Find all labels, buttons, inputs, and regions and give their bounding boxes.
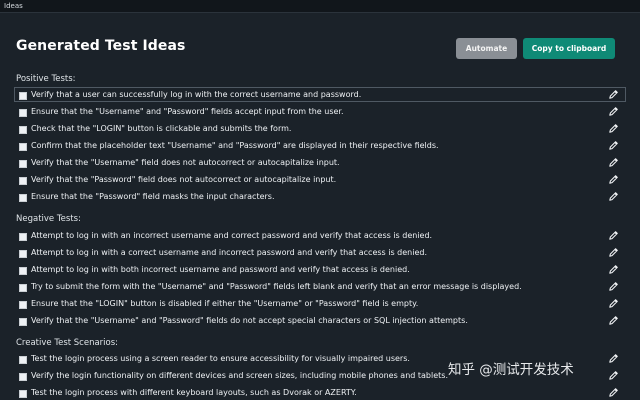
test-idea-row: Verify that the "Username" and "Password… — [14, 313, 626, 328]
row-checkbox[interactable] — [19, 284, 27, 292]
pencil-icon[interactable] — [608, 353, 619, 364]
test-idea-text: Check that the "LOGIN" button is clickab… — [31, 124, 292, 133]
test-idea-text: Ensure that the "LOGIN" button is disabl… — [31, 299, 419, 308]
row-checkbox[interactable] — [19, 318, 27, 326]
test-idea-text: Verify that the "Username" and "Password… — [31, 316, 468, 325]
automate-button[interactable]: Automate — [456, 38, 517, 59]
test-idea-text: Verify that the "Password" field does no… — [31, 175, 337, 184]
test-idea-text: Attempt to log in with both incorrect us… — [31, 265, 410, 274]
section-label-creative: Creative Test Scenarios: — [16, 338, 119, 348]
watermark: 知乎 @测试开发技术 — [448, 362, 574, 378]
pencil-icon[interactable] — [608, 106, 619, 117]
pencil-icon[interactable] — [608, 315, 619, 326]
test-idea-text: Verify that a user can successfully log … — [31, 90, 362, 99]
row-checkbox[interactable] — [19, 92, 27, 100]
test-idea-row: Ensure that the "Username" and "Password… — [14, 104, 626, 119]
test-idea-text: Ensure that the "Username" and "Password… — [31, 107, 344, 116]
test-idea-text: Test the login process with different ke… — [31, 388, 357, 397]
pencil-icon[interactable] — [608, 174, 619, 185]
row-checkbox[interactable] — [19, 194, 27, 202]
test-idea-text: Try to submit the form with the "Usernam… — [31, 282, 522, 291]
test-idea-row: Verify that the "Username" field does no… — [14, 155, 626, 170]
row-checkbox[interactable] — [19, 177, 27, 185]
test-idea-row: Ensure that the "LOGIN" button is disabl… — [14, 296, 626, 311]
row-checkbox[interactable] — [19, 373, 27, 381]
window-title-bar: Ideas — [0, 0, 640, 13]
pencil-icon[interactable] — [608, 387, 619, 398]
row-checkbox[interactable] — [19, 390, 27, 398]
test-idea-row: Check that the "LOGIN" button is clickab… — [14, 121, 626, 136]
row-checkbox[interactable] — [19, 233, 27, 241]
test-idea-row: Try to submit the form with the "Usernam… — [14, 279, 626, 294]
test-idea-row: Confirm that the placeholder text "Usern… — [14, 138, 626, 153]
test-idea-text: Confirm that the placeholder text "Usern… — [31, 141, 439, 150]
pencil-icon[interactable] — [608, 157, 619, 168]
row-checkbox[interactable] — [19, 126, 27, 134]
test-idea-text: Attempt to log in with a correct usernam… — [31, 248, 428, 257]
pencil-icon[interactable] — [608, 281, 619, 292]
pencil-icon[interactable] — [608, 230, 619, 241]
test-idea-row: Attempt to log in with a correct usernam… — [14, 245, 626, 260]
row-checkbox[interactable] — [19, 250, 27, 258]
test-idea-text: Verify the login functionality on differ… — [31, 371, 448, 380]
ideas-panel: Generated Test Ideas Automate Copy to cl… — [0, 14, 640, 400]
pencil-icon[interactable] — [608, 140, 619, 151]
copy-to-clipboard-button[interactable]: Copy to clipboard — [523, 38, 615, 59]
section-label-negative: Negative Tests: — [16, 214, 81, 224]
row-checkbox[interactable] — [19, 267, 27, 275]
pencil-icon[interactable] — [608, 298, 619, 309]
pencil-icon[interactable] — [608, 264, 619, 275]
page-title: Generated Test Ideas — [16, 38, 186, 54]
pencil-icon[interactable] — [608, 370, 619, 381]
test-idea-row: Attempt to log in with both incorrect us… — [14, 262, 626, 277]
test-idea-row: Verify that a user can successfully log … — [14, 87, 626, 102]
window-title: Ideas — [4, 2, 23, 10]
row-checkbox[interactable] — [19, 160, 27, 168]
test-idea-text: Verify that the "Username" field does no… — [31, 158, 340, 167]
section-label-positive: Positive Tests: — [16, 74, 76, 84]
row-checkbox[interactable] — [19, 109, 27, 117]
test-idea-row: Attempt to log in with an incorrect user… — [14, 228, 626, 243]
test-idea-text: Attempt to log in with an incorrect user… — [31, 231, 433, 240]
row-checkbox[interactable] — [19, 143, 27, 151]
pencil-icon[interactable] — [608, 191, 619, 202]
test-idea-row: Ensure that the "Password" field masks t… — [14, 189, 626, 204]
pencil-icon[interactable] — [608, 247, 619, 258]
test-idea-text: Ensure that the "Password" field masks t… — [31, 192, 275, 201]
row-checkbox[interactable] — [19, 301, 27, 309]
test-idea-text: Test the login process using a screen re… — [31, 354, 410, 363]
pencil-icon[interactable] — [608, 89, 619, 100]
pencil-icon[interactable] — [608, 123, 619, 134]
row-checkbox[interactable] — [19, 356, 27, 364]
test-idea-row: Test the login process with different ke… — [14, 385, 626, 400]
test-idea-row: Verify that the "Password" field does no… — [14, 172, 626, 187]
